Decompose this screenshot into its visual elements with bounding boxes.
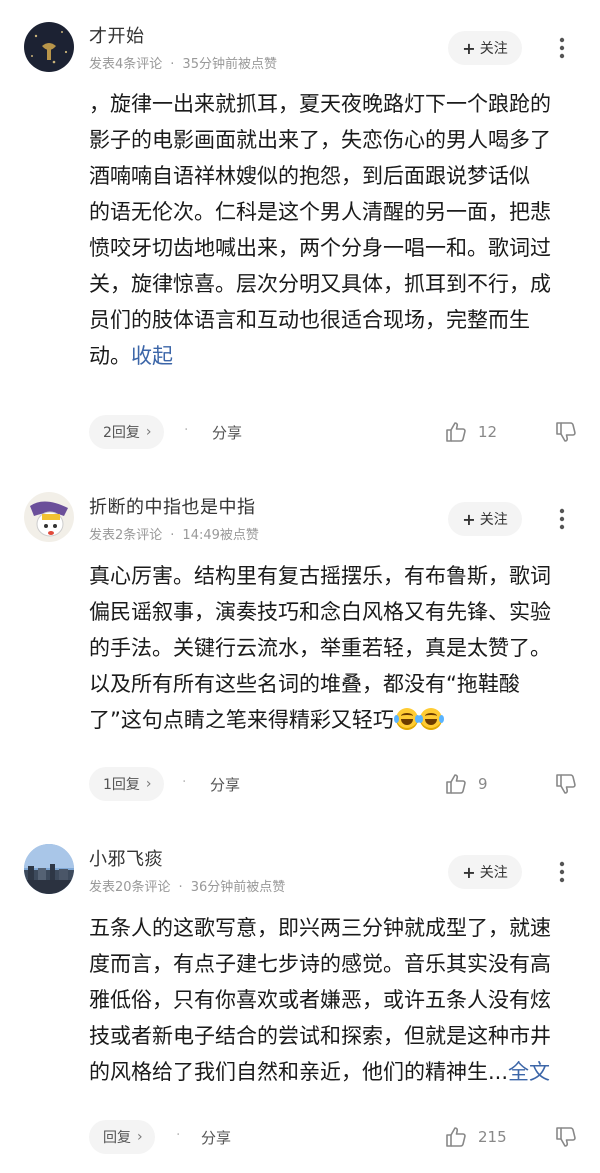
action-separator: · [176,1127,181,1143]
follow-button[interactable]: + 关注 [448,855,522,889]
plus-icon: + [462,862,476,882]
like-count: 215 [478,1128,507,1146]
username[interactable]: 小邪飞痰 [89,845,163,871]
comment-body: 五条人的这歌写意，即兴两三分钟就成型了，就速 度而言，有点子建七步诗的感觉。音乐… [89,910,583,1090]
user-meta: 发表20条评论 · 36分钟前被点赞 [89,876,285,895]
like-button[interactable]: 215 [444,1120,507,1154]
thumbs-down-icon[interactable] [554,1125,578,1149]
full-text-link[interactable]: 全文 [508,1060,550,1084]
avatar[interactable] [24,844,74,894]
reply-label: 回复 [103,1130,131,1146]
comment-item: 小邪飞痰 发表20条评论 · 36分钟前被点赞 + 关注 五条人的这歌写意，即兴两三分… [0,0,600,1173]
thumbs-up-icon [446,1127,466,1147]
follow-label: 关注 [479,865,508,881]
reply-button[interactable]: 回复 › [89,1120,155,1154]
meta-separator: · [178,880,183,895]
chevron-right-icon: › [137,1129,143,1145]
liked-time: 36分钟前被点赞 [190,880,286,895]
post-count: 发表20条评论 [89,880,171,895]
more-vertical-icon[interactable] [552,855,572,889]
comment-text: 五条人的这歌写意，即兴两三分钟就成型了，就速 度而言，有点子建七步诗的感觉。音乐… [89,916,551,1084]
share-button[interactable]: 分享 [201,1127,231,1148]
